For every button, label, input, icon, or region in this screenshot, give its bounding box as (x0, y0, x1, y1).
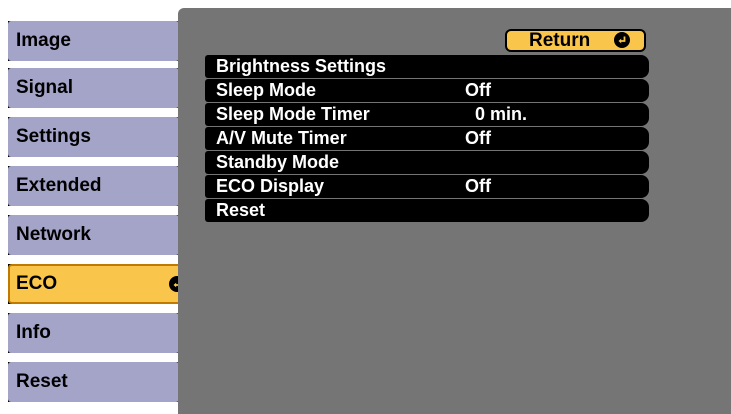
menu-item-label: Signal (8, 68, 179, 108)
row-label: Sleep Mode Timer (216, 104, 370, 124)
menu-item-reset[interactable]: Reset (8, 362, 194, 402)
row-value: Off (465, 176, 491, 196)
return-label: Return (529, 30, 591, 51)
menu-item-label: Info (8, 313, 179, 353)
row-value: Off (465, 128, 491, 148)
row-sleep-mode[interactable]: Sleep Mode Off (205, 79, 649, 102)
row-standby-mode[interactable]: Standby Mode (205, 151, 649, 174)
row-label: A/V Mute Timer (216, 128, 347, 148)
eco-settings-panel: Return Brightness Settings Sleep Mode Of… (178, 8, 731, 414)
menu-item-eco[interactable]: ECO (8, 264, 194, 304)
menu-item-label: Network (8, 215, 179, 255)
menu-sidebar: Image Signal Settings Extended Network E… (0, 0, 198, 414)
row-label: ECO Display (216, 176, 325, 196)
row-value: 0 min. (465, 104, 528, 124)
enter-icon (614, 32, 630, 48)
return-button[interactable]: Return (505, 29, 646, 52)
row-av-mute-timer[interactable]: A/V Mute Timer Off (205, 127, 649, 150)
menu-item-signal[interactable]: Signal (8, 68, 194, 108)
menu-item-network[interactable]: Network (8, 215, 194, 255)
row-label: Brightness Settings (216, 56, 387, 76)
menu-item-label: ECO (8, 264, 194, 304)
row-reset[interactable]: Reset (205, 199, 649, 222)
row-value: Off (465, 80, 491, 100)
menu-item-extended[interactable]: Extended (8, 166, 194, 206)
row-eco-display[interactable]: ECO Display Off (205, 175, 649, 198)
row-label: Sleep Mode (216, 80, 317, 100)
menu-item-settings[interactable]: Settings (8, 117, 194, 157)
menu-item-label: Image (8, 21, 179, 61)
row-sleep-mode-timer[interactable]: Sleep Mode Timer 0 min. (205, 103, 649, 126)
menu-item-image[interactable]: Image (8, 21, 194, 61)
row-brightness-settings[interactable]: Brightness Settings (205, 55, 649, 78)
menu-item-label: Reset (8, 362, 179, 402)
menu-item-label: Extended (8, 166, 179, 206)
menu-item-label: Settings (8, 117, 179, 157)
row-label: Standby Mode (216, 152, 340, 172)
menu-item-info[interactable]: Info (8, 313, 194, 353)
row-label: Reset (216, 200, 266, 220)
